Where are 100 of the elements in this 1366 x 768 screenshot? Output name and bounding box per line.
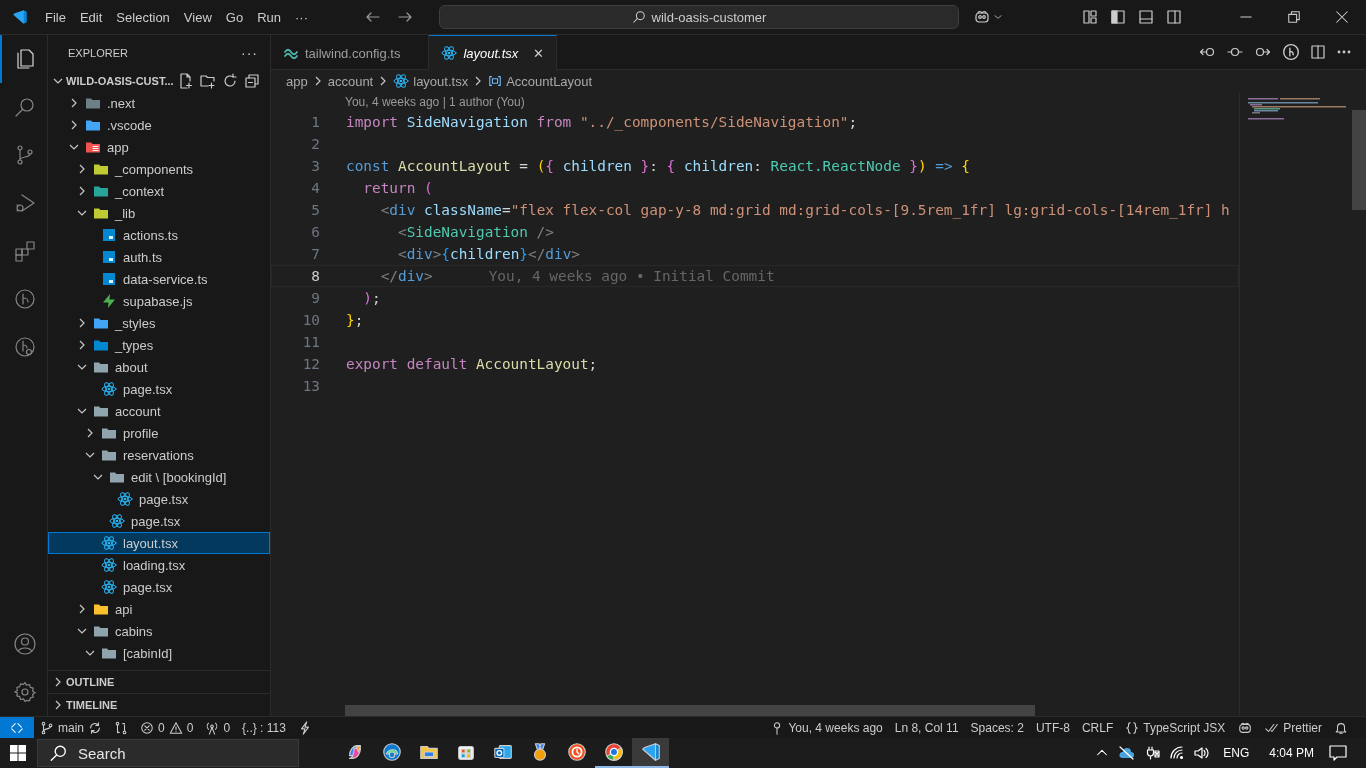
problems-button[interactable]: 0 0 <box>134 717 200 738</box>
folder-root-label[interactable]: WILD-OASIS-CUST... <box>66 75 174 87</box>
tree-item[interactable]: page.tsx <box>48 510 270 532</box>
breadcrumb[interactable]: app <box>286 73 308 89</box>
prettier-button[interactable]: Prettier <box>1259 717 1328 738</box>
menu-item[interactable]: Edit <box>72 6 110 28</box>
cloud-icon[interactable] <box>1117 745 1136 761</box>
tree-item[interactable]: _context <box>48 180 270 202</box>
tree-item[interactable]: _types <box>48 334 270 356</box>
inline-blame: You, 4 weeks ago • Initial Commit <box>488 268 775 284</box>
breadcrumb[interactable]: layout.tsx <box>393 73 469 89</box>
edge-icon <box>380 741 403 763</box>
scrollbar-thumb[interactable] <box>1352 110 1366 210</box>
branch-circle-icon[interactable] <box>12 287 37 311</box>
tree-item[interactable]: _styles <box>48 312 270 334</box>
tree-item[interactable]: reservations <box>48 444 270 466</box>
code-line: <div>{children}</div> <box>396 246 580 262</box>
section-header[interactable]: TIMELINE <box>66 699 118 711</box>
tree-item[interactable]: _components <box>48 158 270 180</box>
status-item[interactable]: CRLF <box>1075 717 1120 738</box>
new-folder-icon[interactable] <box>200 73 216 89</box>
warning-icon <box>168 720 183 735</box>
branch-button[interactable]: main <box>34 717 108 738</box>
menu-item[interactable]: Selection <box>109 6 177 28</box>
menu-item[interactable]: ··· <box>288 6 315 28</box>
taskbar-app[interactable] <box>632 738 669 768</box>
tree-item[interactable]: supabase.js <box>48 290 270 312</box>
tree-item[interactable]: page.tsx <box>48 488 270 510</box>
tree-item[interactable]: actions.ts <box>48 224 270 246</box>
tree-item[interactable]: _lib <box>48 202 270 224</box>
code-line: ); <box>362 290 381 306</box>
status-item[interactable]: {..} : 113 <box>236 717 292 738</box>
tree-item[interactable]: [cabinId] <box>48 642 270 664</box>
blame-button[interactable]: You, 4 weeks ago <box>764 717 889 738</box>
panel-toggle-icon[interactable] <box>1138 9 1154 25</box>
file-icon <box>101 249 117 265</box>
clock[interactable]: 4:04 PM <box>1263 746 1320 760</box>
tree-item[interactable]: loading.tsx <box>48 554 270 576</box>
chrome-icon <box>602 741 625 763</box>
status-item[interactable]: UTF-8 <box>1029 717 1076 738</box>
tree-item[interactable]: app <box>48 136 270 158</box>
horizontal-scrollbar[interactable] <box>345 705 1035 716</box>
codelens[interactable]: You, 4 weeks ago | 1 author (You) <box>345 94 525 109</box>
restore-icon[interactable] <box>1287 10 1301 24</box>
volume-icon[interactable] <box>1193 745 1210 761</box>
close-tab-button[interactable]: ✕ <box>530 45 547 61</box>
status-item[interactable]: Ln 8, Col 11 <box>888 717 965 738</box>
menu-item[interactable]: File <box>38 6 73 28</box>
language-indicator[interactable]: ENG <box>1217 746 1256 760</box>
wifi-icon[interactable] <box>1169 745 1186 761</box>
settings-icon[interactable] <box>12 680 37 704</box>
atom-icon <box>393 73 410 89</box>
tree-item[interactable]: edit \ [bookingId] <box>48 466 270 488</box>
breadcrumb[interactable]: account <box>327 73 374 89</box>
command-center[interactable]: wild-oasis-customer <box>439 5 959 29</box>
more-button[interactable]: ··· <box>241 44 258 61</box>
menu-item[interactable]: Go <box>218 6 251 28</box>
tree-item[interactable]: .vscode <box>48 114 270 136</box>
sidebar-toggle-icon[interactable] <box>1110 9 1126 25</box>
bolt-icon <box>101 293 117 309</box>
tree-item[interactable]: api <box>48 598 270 620</box>
git-graph-icon[interactable] <box>1282 43 1300 61</box>
layout-icon[interactable] <box>1082 9 1098 25</box>
tree-item[interactable]: layout.tsx <box>48 532 270 554</box>
notifications-icon[interactable] <box>1328 744 1348 762</box>
tree-item[interactable]: page.tsx <box>48 576 270 598</box>
code-line: <div className="flex flex-col gap-y-8 md:grid md:grid-cols-[9.5rem_1fr] lg:grid-cols-[14rem_1fr] h <box>379 202 1230 218</box>
tree-item[interactable]: about <box>48 356 270 378</box>
account-icon[interactable] <box>12 632 37 656</box>
menu-item[interactable]: View <box>176 6 219 28</box>
taskbar-search-field[interactable]: Search <box>37 739 299 767</box>
close-icon[interactable] <box>1335 10 1349 24</box>
tree-item[interactable]: page.tsx <box>48 378 270 400</box>
new-file-icon[interactable] <box>178 73 194 89</box>
windows-icon[interactable] <box>8 743 28 763</box>
remote-button[interactable] <box>0 717 34 738</box>
code-line: const AccountLayout = ({ children }: { children: React.ReactNode }) => { <box>346 158 970 174</box>
collapse-all-icon[interactable] <box>244 73 260 89</box>
breadcrumb[interactable]: AccountLayout <box>488 73 593 89</box>
tree-item[interactable]: data-service.ts <box>48 268 270 290</box>
status-item[interactable]: Spaces: 2 <box>964 717 1030 738</box>
atom-icon <box>109 513 125 529</box>
tree-item[interactable]: auth.ts <box>48 246 270 268</box>
error-icon <box>140 720 154 735</box>
tree-item[interactable]: .next <box>48 92 270 114</box>
menu-item[interactable]: Run <box>250 6 288 28</box>
refresh-icon[interactable] <box>222 73 238 89</box>
ports-button[interactable]: 0 <box>199 717 237 738</box>
language-button[interactable]: TypeScript JSX <box>1119 717 1232 738</box>
extensions-icon[interactable] <box>12 239 37 263</box>
copilot-menu[interactable] <box>973 9 1003 25</box>
editor-tab[interactable]: layout.tsx ✕ <box>429 35 558 70</box>
tree-item[interactable]: profile <box>48 422 270 444</box>
split-editor-icon[interactable] <box>1310 44 1326 60</box>
atom-icon <box>117 491 133 507</box>
secondary-sidebar-icon[interactable] <box>1166 9 1182 25</box>
section-header[interactable]: OUTLINE <box>66 676 115 688</box>
branch-search-icon[interactable] <box>12 335 37 359</box>
tree-item[interactable]: cabins <box>48 620 270 642</box>
tree-item[interactable]: account <box>48 400 270 422</box>
